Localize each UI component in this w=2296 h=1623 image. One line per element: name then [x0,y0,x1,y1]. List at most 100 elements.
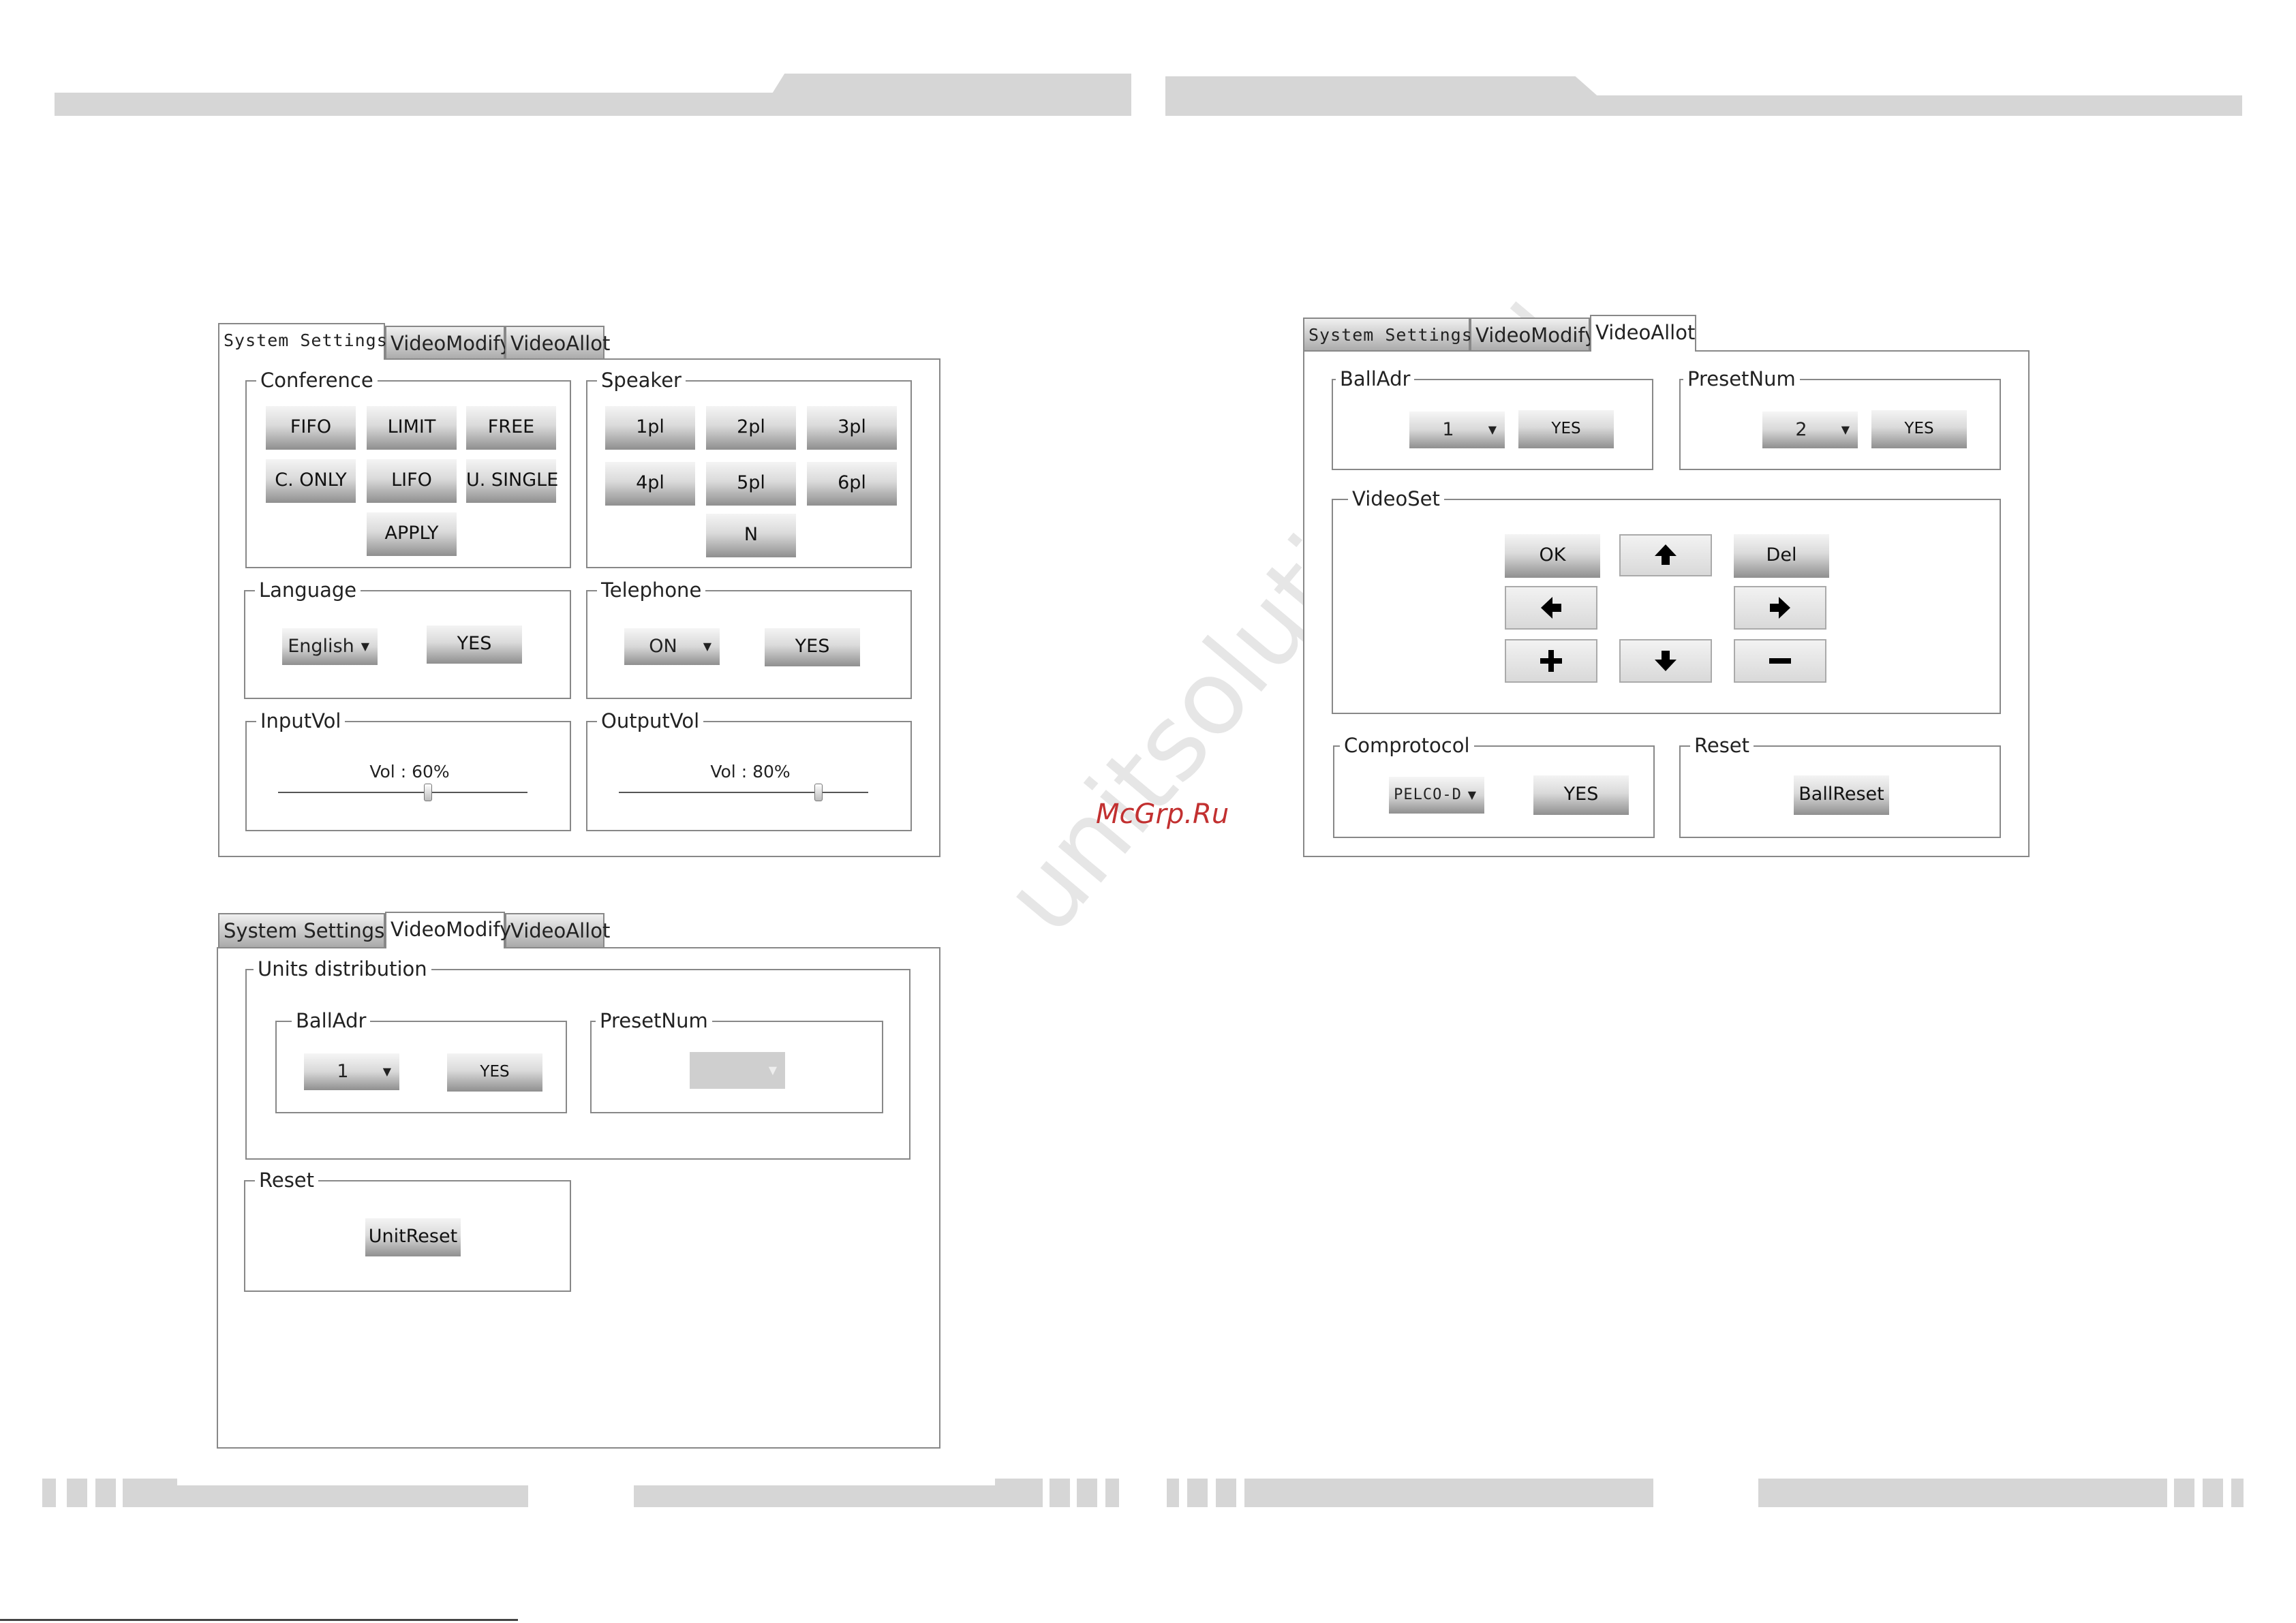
vm-balladr-group: BallAdr 1 ▼ YES [275,1007,567,1113]
top-bar-left-tab [770,74,1131,97]
va-reset-title: Reset [1690,732,1754,759]
conference-title: Conference [256,367,378,394]
tab-video-allot-3[interactable]: VideoAllot [1590,315,1696,352]
videoset-left-button[interactable] [1505,586,1597,630]
chevron-down-icon: ▼ [361,640,369,653]
conference-group: Conference FIFO LIMIT FREE C. ONLY LIFO … [245,367,571,568]
bottom-block-11 [1216,1479,1236,1507]
ball-reset-button[interactable]: BallReset [1794,775,1889,815]
speaker-3pl-button[interactable]: 3pl [807,406,897,450]
language-yes-button[interactable]: YES [427,625,522,664]
bottom-block-10 [1187,1479,1208,1507]
comprotocol-title: Comprotocol [1340,732,1474,759]
va-reset-group: Reset BallReset [1679,732,2001,838]
speaker-5pl-button[interactable]: 5pl [706,462,796,506]
speaker-title: Speaker [597,367,686,394]
videoset-ok-button[interactable]: OK [1505,534,1600,578]
bottom-block-12 [2174,1479,2194,1507]
speaker-1pl-button[interactable]: 1pl [605,406,695,450]
unit-reset-button[interactable]: UnitReset [365,1218,461,1256]
tab-video-modify[interactable]: VideoModify [385,326,511,360]
minus-icon [1769,658,1791,664]
bottom-bar-left-2 [634,1485,1043,1507]
bottom-block-8 [1105,1479,1119,1507]
apply-button[interactable]: APPLY [367,512,457,556]
telephone-value: ON [649,636,677,657]
va-presetnum-dropdown[interactable]: 2 ▼ [1762,412,1858,448]
vm-balladr-yes-button[interactable]: YES [447,1053,542,1092]
units-distribution-group: Units distribution BallAdr 1 ▼ YES Prese… [245,955,910,1160]
speaker-4pl-button[interactable]: 4pl [605,462,695,506]
outputvol-group: OutputVol Vol : 80% [586,707,912,831]
vm-presetnum-group: PresetNum ▼ [590,1007,883,1113]
tab-system-settings-3[interactable]: System Settings [1303,318,1472,352]
vm-balladr-title: BallAdr [292,1007,371,1034]
free-button[interactable]: FREE [466,406,556,450]
va-presetnum-value: 2 [1795,419,1807,440]
inputvol-slider-thumb[interactable] [423,784,432,801]
arrow-left-icon [1541,597,1561,619]
videoset-del-button[interactable]: Del [1734,534,1829,578]
outputvol-label: Vol : 80% [710,762,791,782]
vm-balladr-dropdown[interactable]: 1 ▼ [304,1053,399,1090]
va-balladr-dropdown[interactable]: 1 ▼ [1409,412,1505,448]
va-balladr-title: BallAdr [1336,365,1415,392]
chevron-down-icon: ▼ [1467,788,1476,801]
speaker-6pl-button[interactable]: 6pl [807,462,897,506]
bottom-bar-right-2 [1758,1479,2167,1507]
vm-presetnum-title: PresetNum [596,1007,712,1034]
plus-icon [1540,650,1562,672]
language-dropdown[interactable]: English ▼ [282,628,378,665]
inputvol-group: InputVol Vol : 60% [245,707,571,831]
limit-button[interactable]: LIMIT [367,406,457,450]
telephone-yes-button[interactable]: YES [765,628,860,666]
tab-system-settings[interactable]: System Settings [218,323,387,360]
videoset-right-button[interactable] [1734,586,1826,630]
bottom-bar-right-1 [1244,1479,1653,1507]
va-presetnum-yes-button[interactable]: YES [1871,410,1967,448]
speaker-n-button[interactable]: N [706,514,796,557]
language-group: Language English ▼ YES [244,576,571,699]
videoset-minus-button[interactable] [1734,639,1826,683]
arrow-up-icon [1655,544,1677,565]
tab-video-modify-2[interactable]: VideoModify [385,912,511,948]
c-only-button[interactable]: C. ONLY [266,459,356,503]
arrow-down-icon [1655,651,1677,671]
bottom-block-7 [1077,1479,1097,1507]
speaker-2pl-button[interactable]: 2pl [706,406,796,450]
va-presetnum-title: PresetNum [1683,365,1800,392]
system-settings-panel: Conference FIFO LIMIT FREE C. ONLY LIFO … [218,358,940,857]
lifo-button[interactable]: LIFO [367,459,457,503]
videoset-up-button[interactable] [1619,534,1712,576]
chevron-down-icon: ▼ [382,1065,391,1078]
arrow-right-icon [1770,597,1790,619]
videoset-plus-button[interactable] [1505,639,1597,683]
outputvol-slider-track[interactable] [619,792,868,793]
top-bar-right-tab [1165,76,1602,99]
videoset-down-button[interactable] [1619,639,1712,683]
va-balladr-yes-button[interactable]: YES [1518,410,1614,448]
tab-video-modify-3[interactable]: VideoModify [1470,318,1596,352]
language-title: Language [255,576,361,604]
comprotocol-yes-button[interactable]: YES [1533,775,1629,815]
comprotocol-dropdown[interactable]: PELCO-D ▼ [1389,777,1484,814]
inputvol-label: Vol : 60% [369,762,450,782]
va-balladr-value: 1 [1442,419,1454,440]
bottom-block-2 [67,1479,87,1507]
telephone-dropdown[interactable]: ON ▼ [624,628,720,665]
bottom-block-13 [2203,1479,2223,1507]
outputvol-slider-thumb[interactable] [814,784,823,801]
inputvol-slider-track[interactable] [278,792,527,793]
comprotocol-group: Comprotocol PELCO-D ▼ YES [1333,732,1655,838]
u-single-button[interactable]: U. SINGLE [466,459,558,503]
fifo-button[interactable]: FIFO [266,406,356,450]
tab-video-allot-2[interactable]: VideoAllot [505,913,610,947]
tab-video-allot[interactable]: VideoAllot [505,326,610,360]
video-modify-panel: Units distribution BallAdr 1 ▼ YES Prese… [217,947,940,1449]
tab-system-settings-2[interactable]: System Settings [218,913,385,947]
va-balladr-group: BallAdr 1 ▼ YES [1332,365,1653,470]
vm-reset-title: Reset [255,1166,319,1194]
bottom-block-3 [95,1479,116,1507]
inputvol-title: InputVol [256,707,346,735]
bottom-block-14 [2231,1479,2244,1507]
